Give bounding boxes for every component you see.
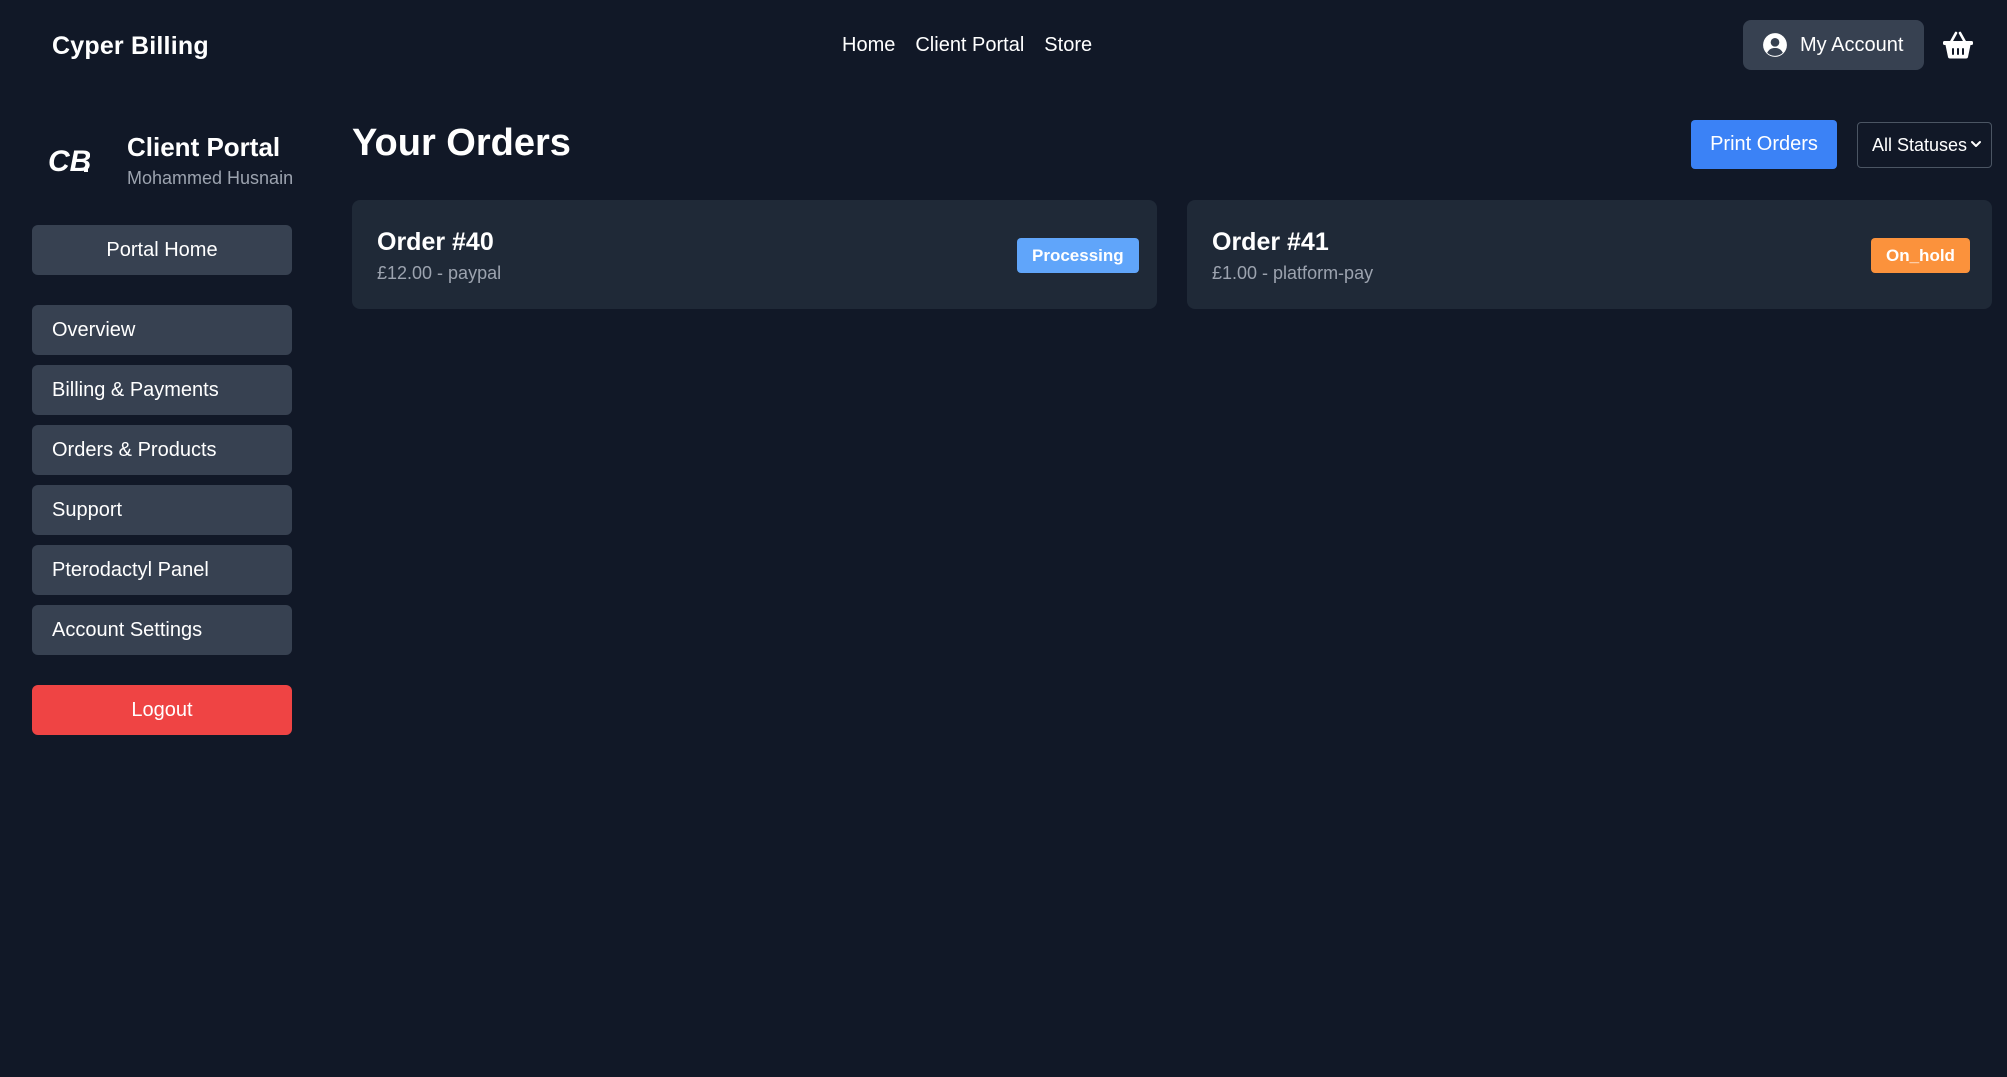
sidebar-item-support[interactable]: Support [32,485,292,535]
portal-user-name: Mohammed Husnain [127,168,294,188]
cb-logo-icon: CB [48,145,90,178]
portal-header: CB Client Portal Mohammed Husnain [48,130,308,190]
sidebar-item-orders-products[interactable]: Orders & Products [32,425,292,475]
order-meta: £12.00 - paypal [377,263,502,283]
order-title: Order #41 [1212,228,1329,256]
order-title: Order #40 [377,228,494,256]
chevron-down-icon [1971,141,1981,147]
shopping-basket-icon[interactable] [1942,30,1974,60]
nav-link-home[interactable]: Home [842,34,895,57]
user-circle-icon [1763,33,1787,57]
sidebar-item-billing-payments[interactable]: Billing & Payments [32,365,292,415]
svg-text:CB: CB [48,145,90,178]
status-filter-value: All Statuses [1872,134,1968,155]
status-badge: On_hold [1871,238,1970,273]
nav-link-store[interactable]: Store [1044,34,1092,57]
order-card[interactable]: Order #41 £1.00 - platform-pay On_hold [1187,200,1992,309]
status-filter-select[interactable]: All Statuses [1857,122,1992,168]
top-navbar: Cyper Billing Home Client Portal Store M… [0,0,2007,92]
sidebar-item-pterodactyl-panel[interactable]: Pterodactyl Panel [32,545,292,595]
portal-title: Client Portal [127,132,281,162]
order-meta: £1.00 - platform-pay [1212,263,1374,283]
brand-logo-text[interactable]: Cyper Billing [52,32,209,61]
page-title: Your Orders [352,122,571,164]
nav-link-client-portal[interactable]: Client Portal [915,34,1024,57]
sidebar-item-overview[interactable]: Overview [32,305,292,355]
top-nav: Home Client Portal Store [842,34,1092,57]
status-badge: Processing [1017,238,1139,273]
my-account-button[interactable]: My Account [1743,20,1924,70]
sidebar-item-account-settings[interactable]: Account Settings [32,605,292,655]
print-orders-button[interactable]: Print Orders [1691,120,1837,169]
my-account-label: My Account [1800,33,1904,56]
order-card[interactable]: Order #40 £12.00 - paypal Processing [352,200,1157,309]
portal-home-button[interactable]: Portal Home [32,225,292,275]
logout-button[interactable]: Logout [32,685,292,735]
